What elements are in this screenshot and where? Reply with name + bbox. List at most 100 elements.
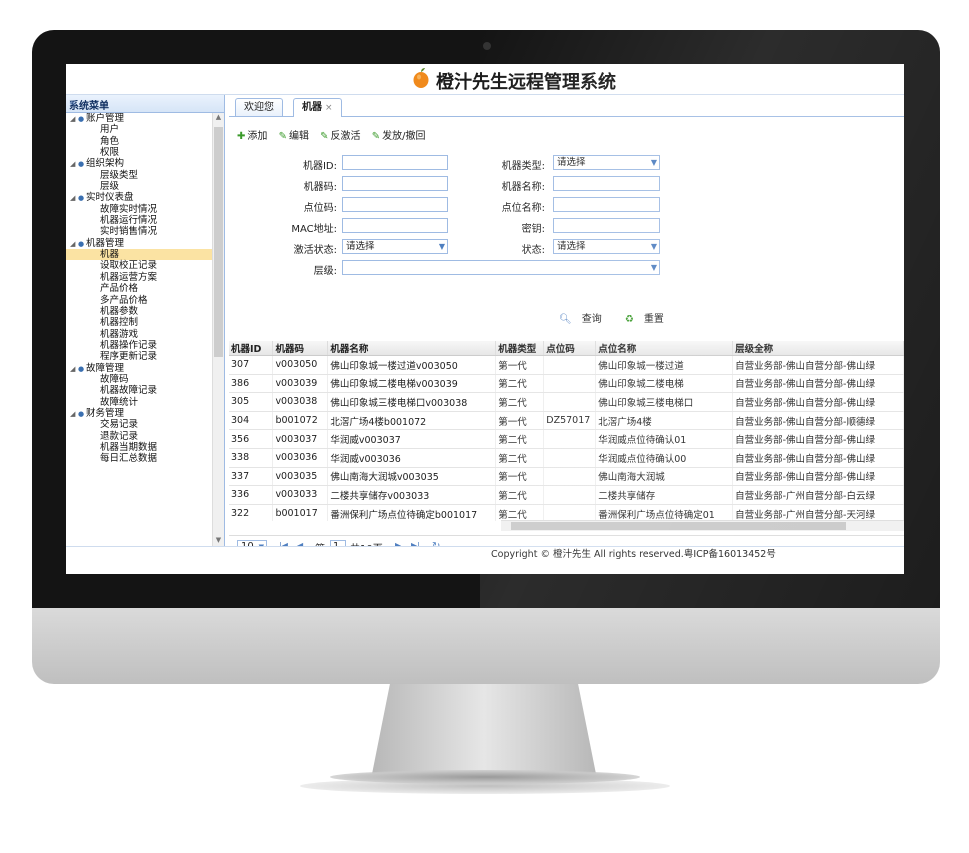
menu-group[interactable]: ◢ ● 实时仪表盘 xyxy=(66,192,212,203)
column-header[interactable]: 点位码 xyxy=(543,341,597,356)
table-row[interactable]: 307 v003050 佛山印象城一楼过道v003050 第一代 佛山印象城一楼过道 自营… xyxy=(229,355,904,375)
menu-item[interactable]: 机器控制 xyxy=(66,317,212,328)
table-row[interactable]: 322 b001017 番洲保利广场点位待确定b001017 第二代 番洲保利广场点位待… xyxy=(229,504,904,521)
status-select[interactable]: 请选择 ▼ xyxy=(553,239,660,254)
tab-welcome[interactable]: 欢迎您 xyxy=(235,98,283,116)
table-cell: 二楼共享储存v003033 xyxy=(327,485,497,505)
table-hscrollbar[interactable] xyxy=(501,520,904,531)
expand-icon[interactable]: ◢ xyxy=(70,114,78,125)
expand-icon[interactable]: ◢ xyxy=(70,409,78,420)
chevron-down-icon: ▼ xyxy=(650,242,657,251)
scrollbar-thumb[interactable] xyxy=(214,127,223,357)
menu-item-selected[interactable]: 机器 xyxy=(66,249,212,261)
table-row[interactable]: 337 v003035 佛山南海大润城v003035 第一代 佛山南海大润城 自营业务部-… xyxy=(229,467,904,487)
menu-item[interactable]: 故障实时情况 xyxy=(66,204,212,215)
table-cell: 336 xyxy=(229,485,274,505)
table-header: 机器ID 机器码 机器名称 机器类型 点位码 点位名称 层级全称 xyxy=(229,341,904,356)
chevron-down-icon: ▼ xyxy=(650,263,657,272)
machine-id-input[interactable] xyxy=(342,155,448,170)
table-row[interactable]: 304 b001072 北滘广场4楼b001072 第一代 DZ57017 北滘广场4楼自… xyxy=(229,411,904,431)
mac-label: MAC地址: xyxy=(291,224,337,235)
table-cell: 304 xyxy=(229,411,274,431)
menu-group[interactable]: ◢ ● 账户管理 xyxy=(66,113,212,124)
column-header[interactable]: 机器类型 xyxy=(495,341,545,356)
machine-type-select[interactable]: 请选择 ▼ xyxy=(553,155,660,170)
deactivate-button[interactable]: ✎ 反激活 xyxy=(320,127,360,142)
scrollbar-thumb[interactable] xyxy=(511,522,846,530)
table-cell xyxy=(543,448,597,468)
table-cell: 自营业务部-佛山自营分部-佛山绿 xyxy=(732,374,904,394)
table-cell: 338 xyxy=(229,448,274,468)
expand-icon[interactable]: ◢ xyxy=(70,193,78,204)
expand-icon[interactable]: ◢ xyxy=(70,239,78,250)
menu-item[interactable]: 用户 xyxy=(66,124,212,135)
menu-item[interactable]: 交易记录 xyxy=(66,419,212,430)
point-name-input[interactable] xyxy=(553,197,660,212)
menu-item[interactable]: 权限 xyxy=(66,147,212,158)
menu-item[interactable]: 故障统计 xyxy=(66,397,212,408)
menu-item[interactable]: 机器故障记录 xyxy=(66,385,212,396)
menu-group[interactable]: ◢ ● 财务管理 xyxy=(66,408,212,419)
column-header[interactable]: 层级全称 xyxy=(732,341,904,356)
expand-icon[interactable]: ◢ xyxy=(70,159,78,170)
sidebar-scrollbar[interactable]: ▲ ▼ xyxy=(212,113,224,546)
expand-icon[interactable]: ◢ xyxy=(70,364,78,375)
menu-item[interactable]: 产品价格 xyxy=(66,283,212,294)
column-header[interactable]: 机器ID xyxy=(229,341,274,356)
point-code-input[interactable] xyxy=(342,197,448,212)
table-row[interactable]: 338 v003036 华润威v003036 第二代 华润威点位待确认00 自营业务部-佛… xyxy=(229,448,904,468)
table-cell: 自营业务部-佛山自营分部-顺德绿 xyxy=(732,411,904,431)
column-header[interactable]: 点位名称 xyxy=(595,341,734,356)
menu-label: 机器管理 xyxy=(86,237,125,249)
menu-item[interactable]: 多产品价格 xyxy=(66,295,212,306)
menu-item[interactable]: 机器运行情况 xyxy=(66,215,212,226)
menu-item[interactable]: 层级类型 xyxy=(66,170,212,181)
menu-item[interactable]: 故障码 xyxy=(66,374,212,385)
scroll-up-icon[interactable]: ▲ xyxy=(213,113,224,123)
menu-item[interactable]: 每日汇总数据 xyxy=(66,453,212,464)
machine-code-input[interactable] xyxy=(342,176,448,191)
toolbar: ✚ 添加 ✎ 编辑 ✎ 反激活 ✎ 发放/撤回 xyxy=(237,127,434,142)
table-cell: 自营业务部-广州自营分部-白云绿 xyxy=(732,485,904,505)
activation-select[interactable]: 请选择 ▼ xyxy=(342,239,448,254)
publish-button[interactable]: ✎ 发放/撤回 xyxy=(372,127,426,142)
level-select[interactable]: ▼ xyxy=(342,260,660,275)
menu-item[interactable]: 角色 xyxy=(66,136,212,147)
search-actions: 🔍︎ 查询 ♻ 重置 xyxy=(559,310,684,325)
column-header[interactable]: 机器名称 xyxy=(327,341,497,356)
menu-group[interactable]: ◢ ● 机器管理 xyxy=(66,238,212,249)
edit-button[interactable]: ✎ 编辑 xyxy=(279,127,309,142)
menu-group[interactable]: ◢ ● 组织架构 xyxy=(66,158,212,169)
table-row[interactable]: 336 v003033 二楼共享储存v003033 第二代 二楼共享储存 自营业务部-广州… xyxy=(229,485,904,505)
scroll-down-icon[interactable]: ▼ xyxy=(213,536,224,546)
menu-item[interactable]: 设取校正记录 xyxy=(66,260,212,271)
machine-name-input[interactable] xyxy=(553,176,660,191)
machine-type-label: 机器类型: xyxy=(501,161,545,172)
level-label: 层级: xyxy=(313,266,337,277)
search-label: 查询 xyxy=(581,314,602,325)
mac-input[interactable] xyxy=(342,218,448,233)
close-icon[interactable]: × xyxy=(325,103,333,113)
menu-item[interactable]: 机器当期数据 xyxy=(66,442,212,453)
search-button[interactable]: 🔍︎ 查询 xyxy=(559,314,612,325)
table-row[interactable]: 305 v003038 佛山印象城三楼电梯口v003038 第二代 佛山印象城三楼电梯口… xyxy=(229,392,904,412)
password-input[interactable] xyxy=(553,218,660,233)
collapse-icon[interactable]: « xyxy=(69,96,220,109)
add-button[interactable]: ✚ 添加 xyxy=(237,127,267,142)
pencil-icon: ✎ xyxy=(371,131,381,142)
menu-item[interactable]: 退款记录 xyxy=(66,431,212,442)
menu-item[interactable]: 层级 xyxy=(66,181,212,192)
menu-item[interactable]: 机器运营方案 xyxy=(66,272,212,283)
menu-item[interactable]: 程序更新记录 xyxy=(66,351,212,362)
table-row[interactable]: 386 v003039 佛山印象城二楼电梯v003039 第二代 佛山印象城二楼电梯 自营… xyxy=(229,374,904,394)
menu-item[interactable]: 机器操作记录 xyxy=(66,340,212,351)
menu-item[interactable]: 机器游戏 xyxy=(66,329,212,340)
table-row[interactable]: 356 v003037 华润威v003037 第二代 华润威点位待确认01 自营业务部-佛… xyxy=(229,429,904,449)
column-header[interactable]: 机器码 xyxy=(272,341,329,356)
menu-group[interactable]: ◢ ● 故障管理 xyxy=(66,363,212,374)
menu-item[interactable]: 实时销售情况 xyxy=(66,226,212,237)
table-cell: 佛山印象城一楼过道 xyxy=(595,355,734,375)
tab-machine[interactable]: 机器 × xyxy=(293,98,342,117)
menu-item[interactable]: 机器参数 xyxy=(66,306,212,317)
reset-button[interactable]: ♻ 重置 xyxy=(625,314,674,325)
